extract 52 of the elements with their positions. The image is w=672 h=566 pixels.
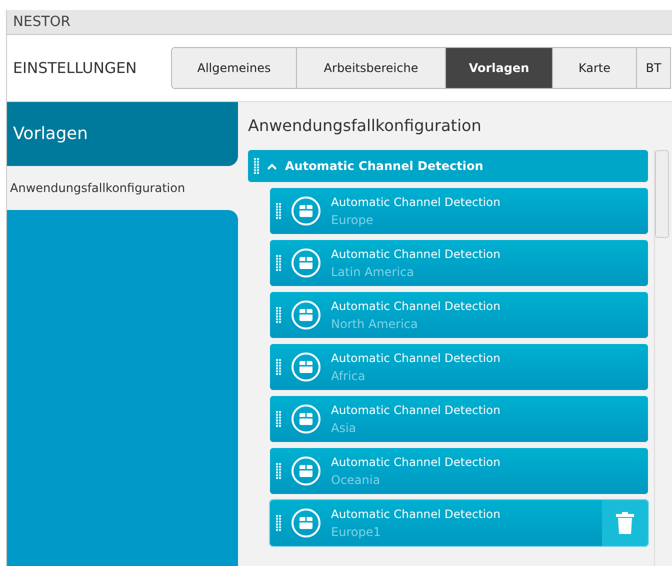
drag-handle-icon[interactable]	[276, 411, 281, 427]
template-title: Automatic Channel Detection	[331, 247, 502, 261]
template-subtitle: Asia	[331, 421, 358, 435]
template-subtitle: Europe	[331, 213, 374, 227]
template-item[interactable]: Automatic Channel Detection Europe1	[270, 500, 648, 546]
tab[interactable]: Karte	[553, 48, 637, 88]
trash-icon	[616, 512, 634, 534]
sidebar-title: Vorlagen	[13, 124, 88, 144]
scrollbar[interactable]	[654, 150, 669, 566]
delete-button[interactable]	[602, 500, 648, 546]
tab[interactable]: Arbeitsbereiche	[297, 48, 446, 88]
drag-handle-icon[interactable]	[276, 359, 281, 375]
template-icon	[291, 196, 321, 226]
template-subtitle: Europe1	[331, 525, 382, 539]
template-title: Automatic Channel Detection	[331, 299, 502, 313]
drag-handle-icon[interactable]	[276, 203, 281, 219]
drag-handle-icon[interactable]	[276, 255, 281, 271]
template-title: Automatic Channel Detection	[331, 455, 502, 469]
template-item[interactable]: Automatic Channel Detection Asia	[270, 396, 648, 442]
template-icon	[291, 508, 321, 538]
section-title: Anwendungsfallkonfiguration	[248, 116, 482, 137]
group-label: Automatic Channel Detection	[285, 159, 484, 173]
template-subtitle: Latin America	[331, 265, 415, 279]
template-item[interactable]: Automatic Channel Detection Oceania	[270, 448, 648, 494]
template-item[interactable]: Automatic Channel Detection Africa	[270, 344, 648, 390]
template-title: Automatic Channel Detection	[331, 403, 502, 417]
tab[interactable]: Allgemeines	[172, 48, 297, 88]
settings-title: EINSTELLUNGEN	[13, 59, 138, 77]
template-title: Automatic Channel Detection	[331, 351, 502, 365]
drag-handle-icon[interactable]	[276, 307, 281, 323]
scrollbar-thumb[interactable]	[655, 150, 669, 238]
tab[interactable]: Vorlagen	[446, 48, 553, 88]
template-item[interactable]: Automatic Channel Detection Europe	[270, 188, 648, 234]
drag-handle-icon[interactable]	[276, 515, 281, 531]
group-header[interactable]: Automatic Channel Detection	[248, 150, 648, 182]
template-title: Automatic Channel Detection	[331, 507, 502, 521]
template-subtitle: Oceania	[331, 473, 382, 487]
template-icon	[291, 456, 321, 486]
template-title: Automatic Channel Detection	[331, 195, 502, 209]
app-title: NESTOR	[13, 14, 71, 30]
template-icon	[291, 404, 321, 434]
tab[interactable]: BT	[637, 48, 671, 88]
sidebar-item[interactable]: Anwendungsfallkonfiguration	[7, 166, 238, 210]
template-subtitle: North America	[331, 317, 419, 331]
drag-handle-icon[interactable]	[276, 463, 281, 479]
template-icon	[291, 300, 321, 330]
template-icon	[291, 248, 321, 278]
drag-handle-icon[interactable]	[254, 158, 259, 174]
template-item[interactable]: Automatic Channel Detection North America	[270, 292, 648, 338]
template-item[interactable]: Automatic Channel Detection Latin America	[270, 240, 648, 286]
template-icon	[291, 352, 321, 382]
template-subtitle: Africa	[331, 369, 366, 383]
